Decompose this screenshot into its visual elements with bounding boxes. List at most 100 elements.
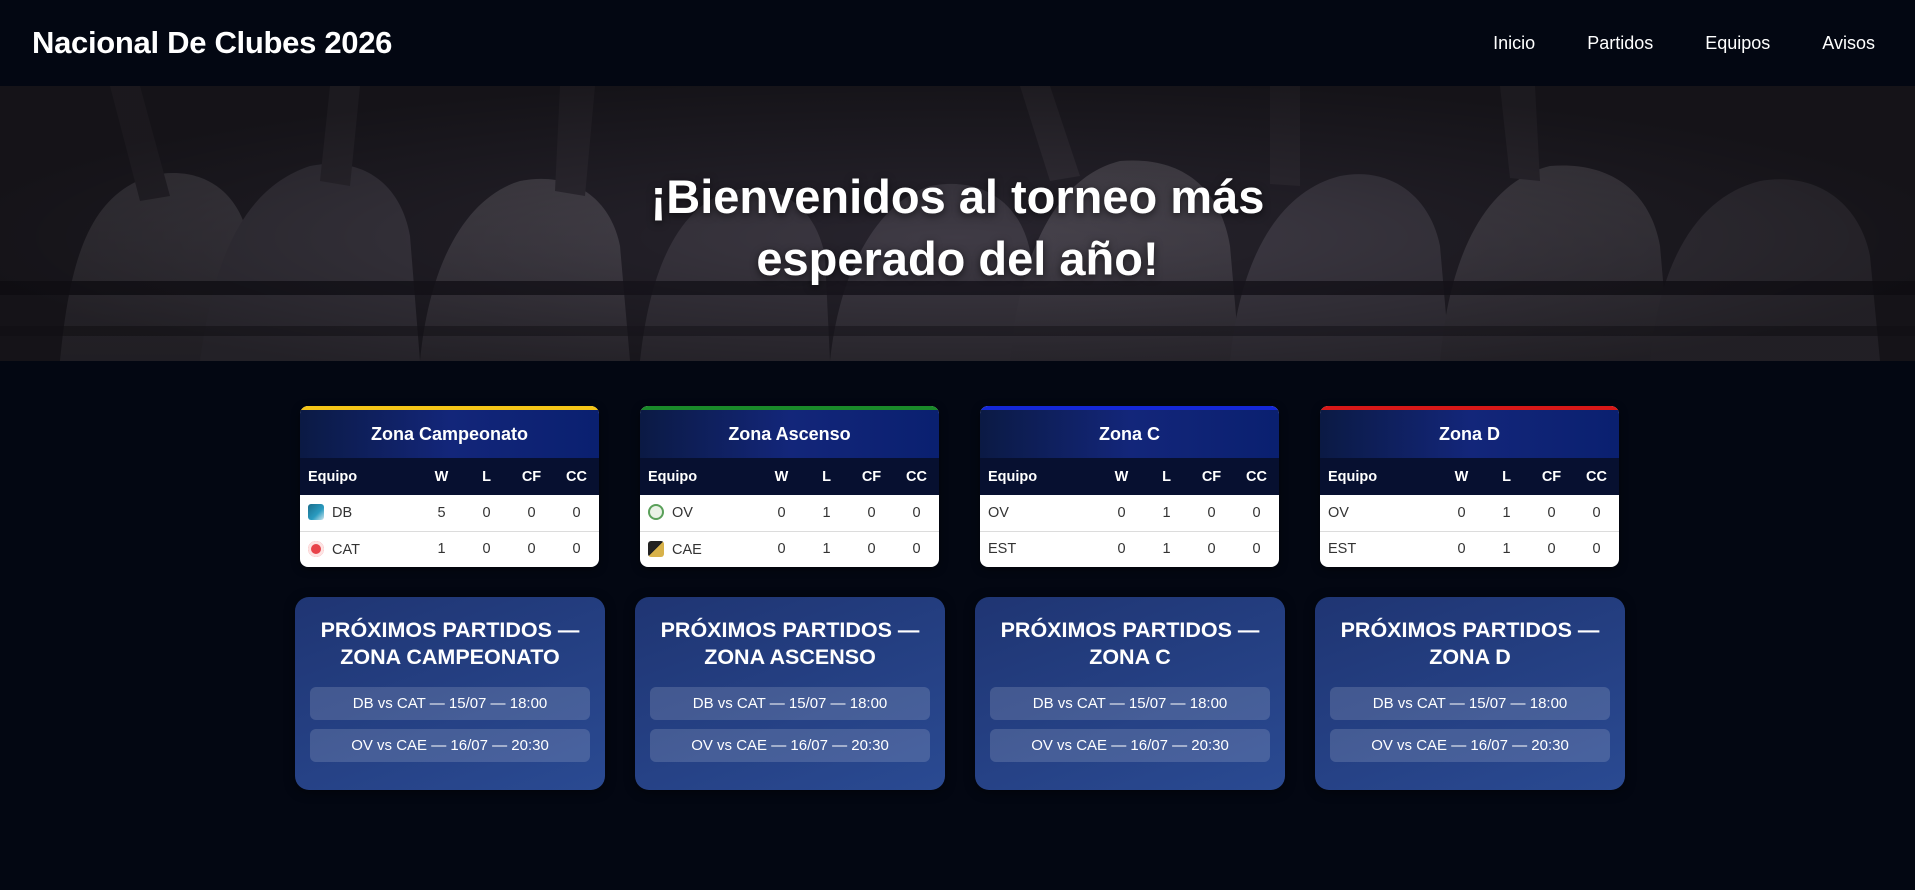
team-cell: DB [300,495,419,531]
main-nav: Inicio Partidos Equipos Avisos [1441,33,1875,54]
table-row[interactable]: EST 0 1 0 0 [980,530,1279,567]
cc-cell: 0 [1252,504,1261,521]
table-row[interactable]: CAT 1 0 0 0 [300,530,599,567]
cf-cell: 0 [849,530,894,567]
team-name: EST [980,530,1099,567]
l-cell: 1 [822,504,831,521]
l-cell: 1 [1144,530,1189,567]
site-title[interactable]: Nacional De Clubes 2026 [32,25,392,61]
site-header: Nacional De Clubes 2026 Inicio Partidos … [0,0,1915,86]
cf-cell: 0 [509,530,554,567]
hero-title-line-2: esperado del año! [756,232,1159,285]
w-cell: 0 [1099,530,1144,567]
table-header-row: Equipo W L CF CC [1320,458,1619,495]
table-header-row: Equipo W L CF CC [980,458,1279,495]
team-name: OV [1328,504,1349,521]
zone-title: Zona Ascenso [640,410,939,458]
col-equipo: Equipo [988,468,1038,485]
l-cell: 1 [1162,504,1171,521]
upcoming-matches-title: PRÓXIMOS PARTIDOS — ZONA CAMPEONATO [320,618,580,669]
cf-cell: 0 [1189,530,1234,567]
nav-link-equipos[interactable]: Equipos [1705,33,1770,54]
team-name: OV [672,505,693,522]
match-item[interactable]: DB vs CAT — 15/07 — 18:00 [1330,687,1610,720]
col-cf: CF [1541,468,1562,485]
w-cell: 0 [759,530,804,567]
col-l: L [1502,468,1511,485]
standings-card: Zona C Equipo W L CF CC OV 0 1 0 0 EST 0… [980,406,1279,567]
col-w: W [434,468,449,485]
cf-cell: 0 [1529,530,1574,567]
match-item[interactable]: DB vs CAT — 15/07 — 18:00 [990,687,1270,720]
col-w: W [774,468,789,485]
l-cell: 1 [1484,530,1529,567]
col-equipo: Equipo [648,468,698,485]
match-item[interactable]: OV vs CAE — 16/07 — 20:30 [310,729,590,762]
match-item[interactable]: OV vs CAE — 16/07 — 20:30 [990,729,1270,762]
nav-link-avisos[interactable]: Avisos [1822,33,1875,54]
zone-title: Zona Campeonato [300,410,599,458]
cc-cell: 0 [894,530,939,567]
col-equipo: Equipo [1328,468,1378,485]
table-header-row: Equipo W L CF CC [300,458,599,495]
db-logo-icon [308,504,324,521]
cc-cell: 0 [1592,504,1601,521]
cat-logo-icon [308,540,324,557]
table-row[interactable]: CAE 0 1 0 0 [640,530,939,567]
col-l: L [822,468,831,485]
cf-cell: 0 [867,504,876,521]
upcoming-matches-title: PRÓXIMOS PARTIDOS — ZONA D [1340,618,1600,669]
cc-cell: 0 [572,504,581,521]
zone-title: Zona C [980,410,1279,458]
col-cc: CC [566,468,587,485]
table-header-row: Equipo W L CF CC [640,458,939,495]
cf-cell: 0 [527,504,536,521]
upcoming-matches-card: PRÓXIMOS PARTIDOS — ZONA D DB vs CAT — 1… [1315,597,1625,790]
upcoming-matches-title: PRÓXIMOS PARTIDOS — ZONA C [1000,618,1260,669]
upcoming-matches-card: PRÓXIMOS PARTIDOS — ZONA C DB vs CAT — 1… [975,597,1285,790]
team-name: OV [988,504,1009,521]
col-equipo: Equipo [308,468,358,485]
table-row[interactable]: OV 0 1 0 0 [1320,495,1619,531]
team-cell: CAT [300,530,419,567]
l-cell: 1 [804,530,849,567]
table-row[interactable]: DB 5 0 0 0 [300,495,599,531]
standings-table: Equipo W L CF CC DB 5 0 0 0 CAT 1 0 0 0 [300,458,599,567]
match-item[interactable]: DB vs CAT — 15/07 — 18:00 [650,687,930,720]
standings-table: Equipo W L CF CC OV 0 1 0 0 EST 0 1 0 0 [980,458,1279,567]
match-item[interactable]: OV vs CAE — 16/07 — 20:30 [650,729,930,762]
col-w: W [1454,468,1469,485]
cc-cell: 0 [1234,530,1279,567]
match-item[interactable]: OV vs CAE — 16/07 — 20:30 [1330,729,1610,762]
standings-card: Zona Campeonato Equipo W L CF CC DB 5 0 … [300,406,599,567]
match-item[interactable]: DB vs CAT — 15/07 — 18:00 [310,687,590,720]
cc-cell: 0 [554,530,599,567]
standings-card: Zona Ascenso Equipo W L CF CC OV 0 1 0 0… [640,406,939,567]
upcoming-matches-title: PRÓXIMOS PARTIDOS — ZONA ASCENSO [660,618,920,669]
zone-column-d: Zona D Equipo W L CF CC OV 0 1 0 0 EST 0… [1315,406,1625,790]
table-row[interactable]: OV 0 1 0 0 [640,495,939,531]
col-cc: CC [1246,468,1267,485]
nav-link-inicio[interactable]: Inicio [1493,33,1535,54]
l-cell: 0 [464,530,509,567]
ov-logo-icon [648,504,664,521]
table-row[interactable]: EST 0 1 0 0 [1320,530,1619,567]
zone-column-c: Zona C Equipo W L CF CC OV 0 1 0 0 EST 0… [975,406,1285,790]
l-cell: 1 [1502,504,1511,521]
cf-cell: 0 [1547,504,1556,521]
col-cc: CC [906,468,927,485]
hero-title-line-1: ¡Bienvenidos al torneo más [650,170,1265,223]
upcoming-matches-card: PRÓXIMOS PARTIDOS — ZONA CAMPEONATO DB v… [295,597,605,790]
w-cell: 0 [1439,530,1484,567]
upcoming-matches-card: PRÓXIMOS PARTIDOS — ZONA ASCENSO DB vs C… [635,597,945,790]
w-cell: 1 [419,530,464,567]
team-name: CAE [672,541,702,558]
col-cf: CF [861,468,882,485]
nav-link-partidos[interactable]: Partidos [1587,33,1653,54]
cc-cell: 0 [1574,530,1619,567]
cc-cell: 0 [912,504,921,521]
col-w: W [1114,468,1129,485]
standings-table: Equipo W L CF CC OV 0 1 0 0 EST 0 1 0 0 [1320,458,1619,567]
col-cc: CC [1586,468,1607,485]
table-row[interactable]: OV 0 1 0 0 [980,495,1279,531]
